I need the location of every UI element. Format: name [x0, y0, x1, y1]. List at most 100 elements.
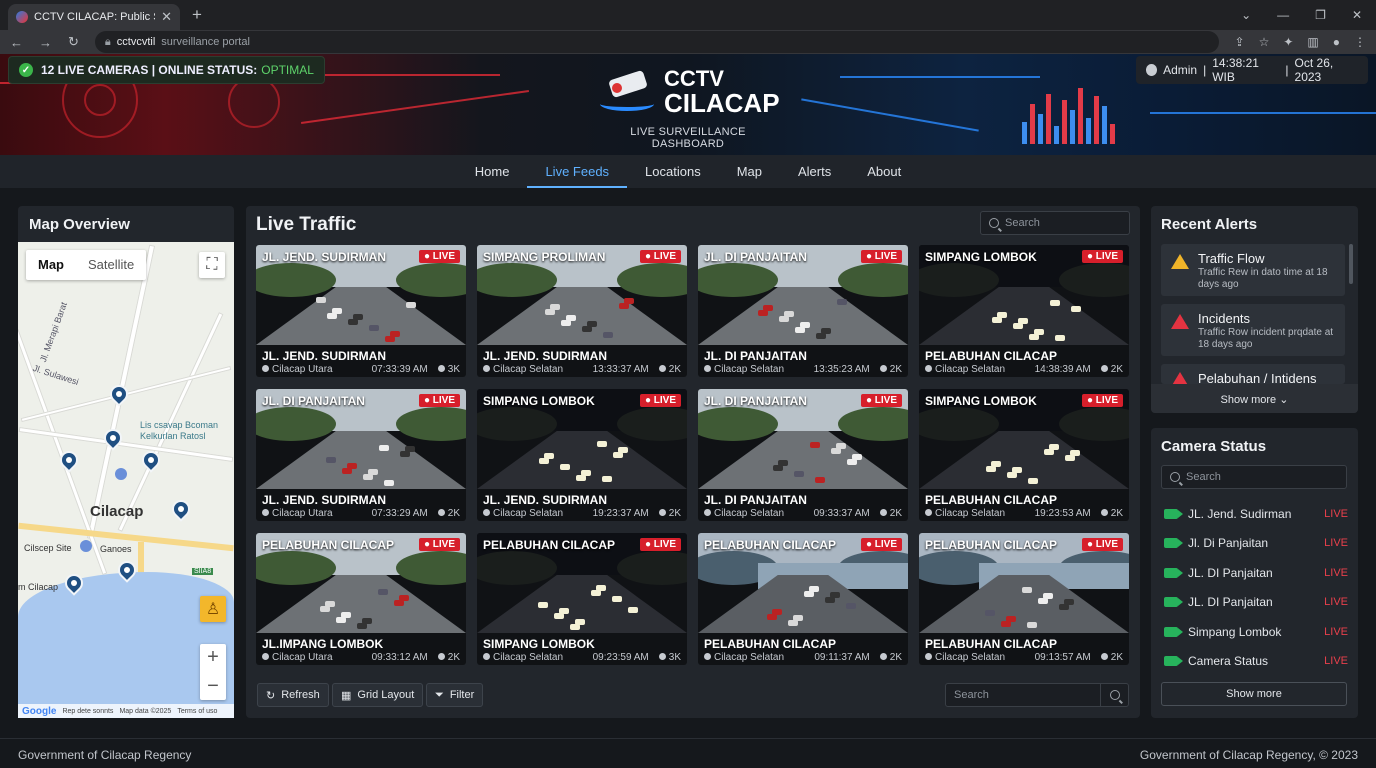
footer-left-text: Government of Cilacap Regency: [18, 748, 192, 762]
camera-status-row[interactable]: JL. DI Panjaitan LIVE: [1164, 563, 1348, 583]
bottom-search-placeholder: Search: [954, 689, 989, 701]
vehicle-mark: [767, 614, 777, 620]
address-bar[interactable]: 🔒︎ cctvcvtil surveillance portal: [94, 31, 1219, 53]
camera-card[interactable]: JL. DI PANJAITAN ● LIVE JL. JEND. SUDIRM…: [256, 389, 466, 521]
username: Admin: [1163, 63, 1198, 77]
back-icon[interactable]: ←: [10, 35, 23, 50]
alerts-show-more-button[interactable]: Show more ⌄: [1151, 393, 1358, 406]
camera-card[interactable]: SIMPANG LOMBOK ● LIVE PELABUHAN CILACAP …: [919, 245, 1129, 377]
profile-icon[interactable]: ●: [1333, 35, 1340, 49]
vehicle-mark: [758, 310, 768, 316]
bottom-search-button[interactable]: [1100, 684, 1128, 706]
new-tab-icon[interactable]: +: [192, 5, 202, 25]
close-tab-icon[interactable]: ✕: [161, 9, 172, 25]
camera-card[interactable]: PELABUHAN CILACAP ● LIVE SIMPANG LOMBOK …: [477, 533, 687, 665]
alert-item[interactable]: Traffic Flow Traffic Rew in dato time at…: [1161, 244, 1345, 296]
feeds-search-placeholder: Search: [1005, 217, 1040, 229]
browser-menu-icon[interactable]: ⋮: [1354, 35, 1366, 49]
user-info-bar[interactable]: Admin | 14:38:21 WIB | Oct 26, 2023: [1136, 56, 1368, 84]
fullscreen-icon[interactable]: ⛶: [199, 252, 225, 278]
refresh-button[interactable]: ↻ Refresh: [257, 683, 329, 707]
camera-card[interactable]: PELABUHAN CILACAP ● LIVE PELABUHAN CILAC…: [698, 533, 908, 665]
nav-locations[interactable]: Locations: [627, 155, 719, 188]
vehicle-mark: [1022, 587, 1032, 593]
camera-meta: Cilacap Selatan 19:23:53 AM 2K: [925, 508, 1123, 519]
brand-line-2: CILACAP: [664, 88, 780, 118]
camera-status-show-more-button[interactable]: Show more: [1161, 682, 1347, 706]
camera-card[interactable]: PELABUHAN CILACAP ● LIVE JL.IMPANG LOMBO…: [256, 533, 466, 665]
map-view[interactable]: Map Satellite ⛶ Jl. Merapi Barat Jl. Sul…: [18, 242, 234, 718]
camera-status-row[interactable]: JL. DI Panjaitan LIVE: [1164, 592, 1348, 612]
camera-timestamp: 19:23:53 AM: [1034, 508, 1091, 519]
location-pin-icon: [704, 509, 711, 516]
camera-status-row[interactable]: Camera Status LIVE: [1164, 651, 1348, 671]
browser-tab[interactable]: CCTV CILACAP: Public Surveilla ✕: [8, 4, 180, 30]
camera-card[interactable]: JL. DI PANJAITAN ● LIVE JL. DI PANJAITAN…: [698, 245, 908, 377]
nav-live-feeds[interactable]: Live Feeds: [527, 155, 627, 188]
vehicle-mark: [810, 442, 820, 448]
bookmark-star-icon[interactable]: ☆: [1259, 35, 1270, 49]
camera-card[interactable]: JL. JEND. SUDIRMAN ● LIVE JL. JEND. SUDI…: [256, 245, 466, 377]
restore-icon[interactable]: ❐: [1315, 8, 1326, 22]
grid-layout-button[interactable]: ▦ Grid Layout: [332, 683, 424, 707]
map-tab-satellite[interactable]: Satellite: [76, 250, 146, 280]
camera-timestamp: 09:23:59 AM: [592, 652, 649, 663]
recent-alerts-title: Recent Alerts: [1161, 216, 1258, 233]
poi-marker-icon[interactable]: [115, 468, 127, 480]
zoom-in-button[interactable]: +: [207, 646, 219, 669]
tech-line-decoration: [840, 76, 1040, 78]
camera-status-row[interactable]: Jl. Di Panjaitan LIVE: [1164, 533, 1348, 553]
reload-icon[interactable]: ↻: [68, 34, 79, 50]
map-road-label: Jl. Merapi Barat: [38, 300, 69, 364]
vehicle-mark: [1027, 622, 1037, 628]
camera-card[interactable]: SIMPANG LOMBOK ● LIVE PELABUHAN CILACAP …: [919, 389, 1129, 521]
street-view-pegman-icon[interactable]: ♙: [200, 596, 226, 622]
camera-card[interactable]: JL. DI PANJAITAN ● LIVE JL. DI PANJAITAN…: [698, 389, 908, 521]
viewer-count: 2K: [1110, 652, 1123, 663]
camera-pin-icon[interactable]: [100, 425, 126, 451]
extensions-icon[interactable]: ✦: [1283, 35, 1293, 49]
page-footer: Government of Cilacap Regency Government…: [0, 738, 1376, 768]
live-badge: ● LIVE: [1081, 250, 1123, 263]
search-icon: [1170, 472, 1180, 482]
zoom-out-button[interactable]: −: [207, 675, 219, 698]
site-favicon-icon: [16, 11, 28, 23]
camera-card[interactable]: SIMPANG LOMBOK ● LIVE JL. JEND. SUDIRMAN…: [477, 389, 687, 521]
camera-pin-icon[interactable]: [106, 381, 132, 407]
dashboard-tagline: LIVE SURVEILLANCE DASHBOARD: [630, 126, 746, 150]
alerts-scrollbar[interactable]: [1349, 244, 1353, 284]
tech-line-decoration: [1150, 112, 1376, 114]
brand-logo[interactable]: CCTV CILACAP: [600, 68, 780, 116]
camera-location: Cilacap Utara: [272, 508, 333, 519]
camera-pin-icon[interactable]: [168, 496, 194, 522]
poi-marker-icon[interactable]: [80, 540, 92, 552]
camera-feed-title: SIMPANG LOMBOK: [925, 394, 1037, 408]
alert-item[interactable]: Pelabuhan / Intidens: [1161, 364, 1345, 384]
video-camera-icon: [1164, 538, 1183, 549]
nav-alerts[interactable]: Alerts: [780, 155, 849, 188]
camera-status-row[interactable]: JL. Jend. Sudirman LIVE: [1164, 504, 1348, 524]
share-icon[interactable]: ⇪: [1235, 35, 1245, 49]
lock-icon: 🔒︎: [104, 35, 111, 48]
map-tab-map[interactable]: Map: [26, 250, 76, 280]
tab-search-icon[interactable]: ⌄: [1241, 8, 1251, 22]
vehicle-mark: [545, 309, 555, 315]
camera-status-row[interactable]: Simpang Lombok LIVE: [1164, 622, 1348, 642]
sidepanel-icon[interactable]: ▥: [1307, 35, 1318, 49]
camera-status-search-input[interactable]: Search: [1161, 465, 1347, 489]
nav-map[interactable]: Map: [719, 155, 780, 188]
feeds-search-input[interactable]: Search: [980, 211, 1130, 235]
camera-card[interactable]: PELABUHAN CILACAP ● LIVE PELABUHAN CILAC…: [919, 533, 1129, 665]
vehicle-mark: [1007, 472, 1017, 478]
forward-icon[interactable]: →: [39, 35, 52, 50]
alert-item[interactable]: Incidents Traffic Row incident prqdate a…: [1161, 304, 1345, 356]
nav-about[interactable]: About: [849, 155, 919, 188]
close-window-icon[interactable]: ✕: [1352, 8, 1362, 22]
bottom-search-input[interactable]: Search: [945, 683, 1129, 707]
filter-button[interactable]: ⏷ Filter: [426, 683, 484, 707]
nav-home[interactable]: Home: [457, 155, 528, 188]
camera-location: Cilacap Selatan: [714, 652, 785, 663]
bar-graph-decoration: [1022, 84, 1122, 144]
minimize-icon[interactable]: —: [1277, 8, 1289, 22]
camera-card[interactable]: SIMPANG PROLIMAN ● LIVE JL. JEND. SUDIRM…: [477, 245, 687, 377]
